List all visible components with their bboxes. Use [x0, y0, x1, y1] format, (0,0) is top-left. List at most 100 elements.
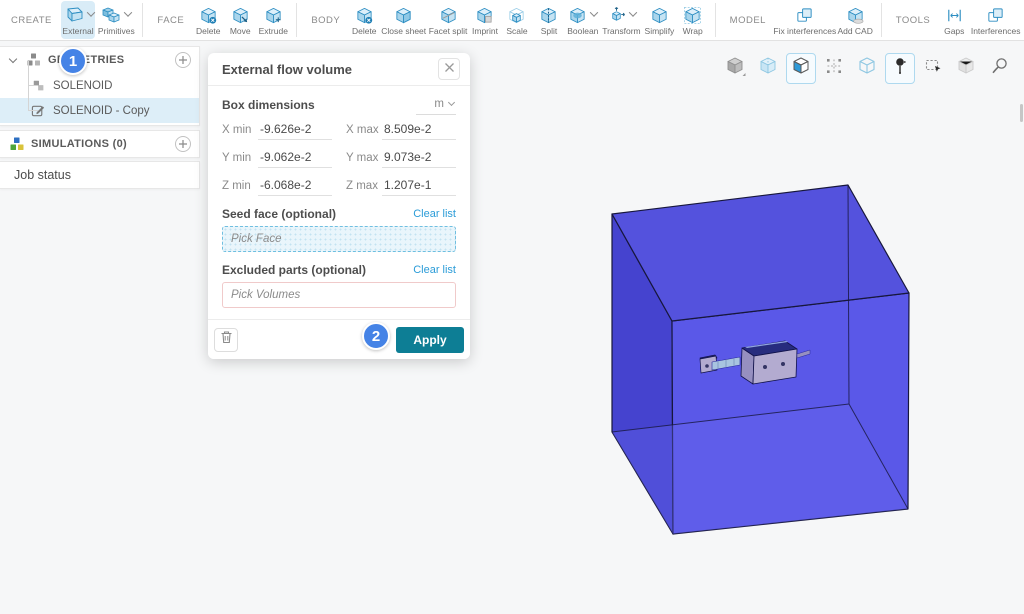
excluded-clear-list-link[interactable]: Clear list: [413, 264, 456, 276]
viewport-tool-isolate: [951, 53, 981, 84]
toolbar-divider: [881, 3, 882, 37]
cube-add-cad-icon: [846, 6, 865, 25]
toolbar-button-fix-interferences[interactable]: Fix interferences: [775, 1, 835, 39]
toolbar-button-delete-body[interactable]: Delete: [349, 1, 379, 39]
toolbar-group-label-create: CREATE: [11, 15, 52, 26]
viewport-tool-measure[interactable]: [984, 53, 1014, 84]
viewport-tool-wireframe-view[interactable]: [852, 53, 882, 84]
toolbar-button-external[interactable]: External: [61, 1, 95, 39]
close-icon: [444, 60, 455, 78]
viewport-tool-transparent-view[interactable]: [753, 53, 783, 84]
add-button[interactable]: [175, 52, 191, 68]
viewport-tool-box-select[interactable]: [918, 53, 948, 84]
toolbar-button-split[interactable]: Split: [534, 1, 564, 39]
toolbar-divider: [715, 3, 716, 37]
cube-delete-icon: [355, 6, 374, 25]
toolbar-button-simplify[interactable]: Simplify: [643, 1, 675, 39]
viewport-tool-vertex-select[interactable]: [819, 53, 849, 84]
toolbar-button-primitives[interactable]: Primitives: [97, 1, 135, 39]
toolbar-button-scale[interactable]: Scale: [502, 1, 532, 39]
external-box-icon: [62, 6, 84, 24]
viewport-toolbar: [720, 53, 1014, 84]
simulations-label: SIMULATIONS (0): [31, 138, 127, 150]
simulations-panel[interactable]: SIMULATIONS (0): [0, 130, 200, 158]
close-button[interactable]: [438, 58, 460, 80]
trash-icon: [220, 330, 233, 349]
top-toolbar: CREATE External Primitives FACE Delete M…: [0, 0, 1024, 41]
cube-disabled-icon: [955, 55, 977, 82]
geometries-tree-panel: GEOMETRIES SOLENOID SOLENOID - Copy: [0, 46, 200, 126]
toolbar-button-facet-split[interactable]: Facet split: [428, 1, 468, 39]
cube-scale-icon: [507, 6, 526, 25]
external-flow-volume-dialog: External flow volume Box dimensions m X …: [208, 53, 470, 359]
chevron-down-icon: [124, 8, 132, 16]
job-status-label: Job status: [14, 168, 71, 182]
toolbar-divider: [296, 3, 297, 37]
chevron-down-icon: [448, 99, 455, 106]
cube-facet-split-icon: [439, 6, 458, 25]
y-min-field[interactable]: -9.062e-2: [258, 150, 332, 168]
box-dimensions-grid: X min -9.626e-2 X max 8.509e-2 Y min -9.…: [222, 122, 456, 196]
unit-dropdown[interactable]: m: [416, 96, 456, 115]
box-select-icon: [922, 55, 944, 82]
toolbar-button-wrap[interactable]: Wrap: [678, 1, 708, 39]
cube-transform-icon: [607, 6, 626, 25]
pick-volumes-input[interactable]: Pick Volumes: [222, 282, 456, 308]
face-select-cube-icon: [790, 55, 812, 82]
viewport-tool-probe-point[interactable]: [885, 53, 915, 84]
primitives-cubes-icon: [101, 6, 121, 25]
cube-boolean-icon: [568, 6, 587, 25]
toolbar-button-transform[interactable]: Transform: [602, 1, 642, 39]
gaps-icon: [945, 6, 964, 25]
dialog-header: External flow volume: [208, 53, 470, 86]
toolbar-button-add-cad[interactable]: Add CAD: [837, 1, 874, 39]
viewport-tool-face-select[interactable]: [786, 53, 816, 84]
probe-pin-icon: [889, 55, 911, 82]
wireframe-cube-icon: [856, 55, 878, 82]
cube-imprint-icon: [475, 6, 494, 25]
job-status-panel[interactable]: Job status: [0, 161, 200, 189]
x-max-field[interactable]: 8.509e-2: [382, 122, 456, 140]
cube-move-icon: [231, 6, 250, 25]
pick-face-input[interactable]: Pick Face: [222, 226, 456, 252]
z-min-field[interactable]: -6.068e-2: [258, 178, 332, 196]
toolbar-button-extrude-face[interactable]: Extrude: [257, 1, 289, 39]
excluded-parts-label: Excluded parts (optional): [222, 263, 366, 277]
toolbar-group-label-model: MODEL: [730, 15, 766, 26]
squares-overlap-icon: [986, 6, 1005, 25]
toolbar-button-delete-face[interactable]: Delete: [193, 1, 223, 39]
add-simulation-button[interactable]: [175, 136, 191, 152]
scene-3d: [560, 171, 1020, 571]
solid-cube-icon: [724, 55, 746, 82]
unit-value: m: [434, 98, 444, 110]
chevron-down-icon: [87, 8, 95, 16]
viewport-tool-render-mode[interactable]: [720, 53, 750, 84]
cube-wrap-icon: [683, 6, 702, 25]
delete-button[interactable]: [214, 328, 238, 352]
step-2-badge: 2: [362, 322, 390, 350]
toolbar-group-label-face: FACE: [157, 15, 184, 26]
cube-split-icon: [539, 6, 558, 25]
tree-scrollbar[interactable]: [1020, 104, 1023, 122]
dialog-footer: Apply: [208, 319, 470, 359]
cube-close-sheet-icon: [394, 6, 413, 25]
y-max-field[interactable]: 9.073e-2: [382, 150, 456, 168]
viewport-canvas[interactable]: 0.1 m: [0, 41, 1024, 614]
cube-delete-icon: [199, 6, 218, 25]
seed-clear-list-link[interactable]: Clear list: [413, 208, 456, 220]
chevron-down-icon[interactable]: [9, 54, 17, 62]
simulations-icon: [8, 136, 25, 153]
sidebar-item-solenoid-copy[interactable]: SOLENOID - Copy: [0, 98, 199, 123]
z-max-field[interactable]: 1.207e-1: [382, 178, 456, 196]
toolbar-button-gaps[interactable]: Gaps: [939, 1, 969, 39]
apply-button[interactable]: Apply: [396, 327, 464, 353]
toolbar-button-boolean[interactable]: Boolean: [566, 1, 600, 39]
toolbar-button-close-sheet[interactable]: Close sheet: [381, 1, 426, 39]
x-min-field[interactable]: -9.626e-2: [258, 122, 332, 140]
seed-face-label: Seed face (optional): [222, 207, 336, 221]
toolbar-button-interferences[interactable]: Interferences: [971, 1, 1020, 39]
cube-simplify-icon: [650, 6, 669, 25]
toolbar-button-imprint[interactable]: Imprint: [470, 1, 500, 39]
transparent-cube-icon: [757, 55, 779, 82]
toolbar-button-move-face[interactable]: Move: [225, 1, 255, 39]
